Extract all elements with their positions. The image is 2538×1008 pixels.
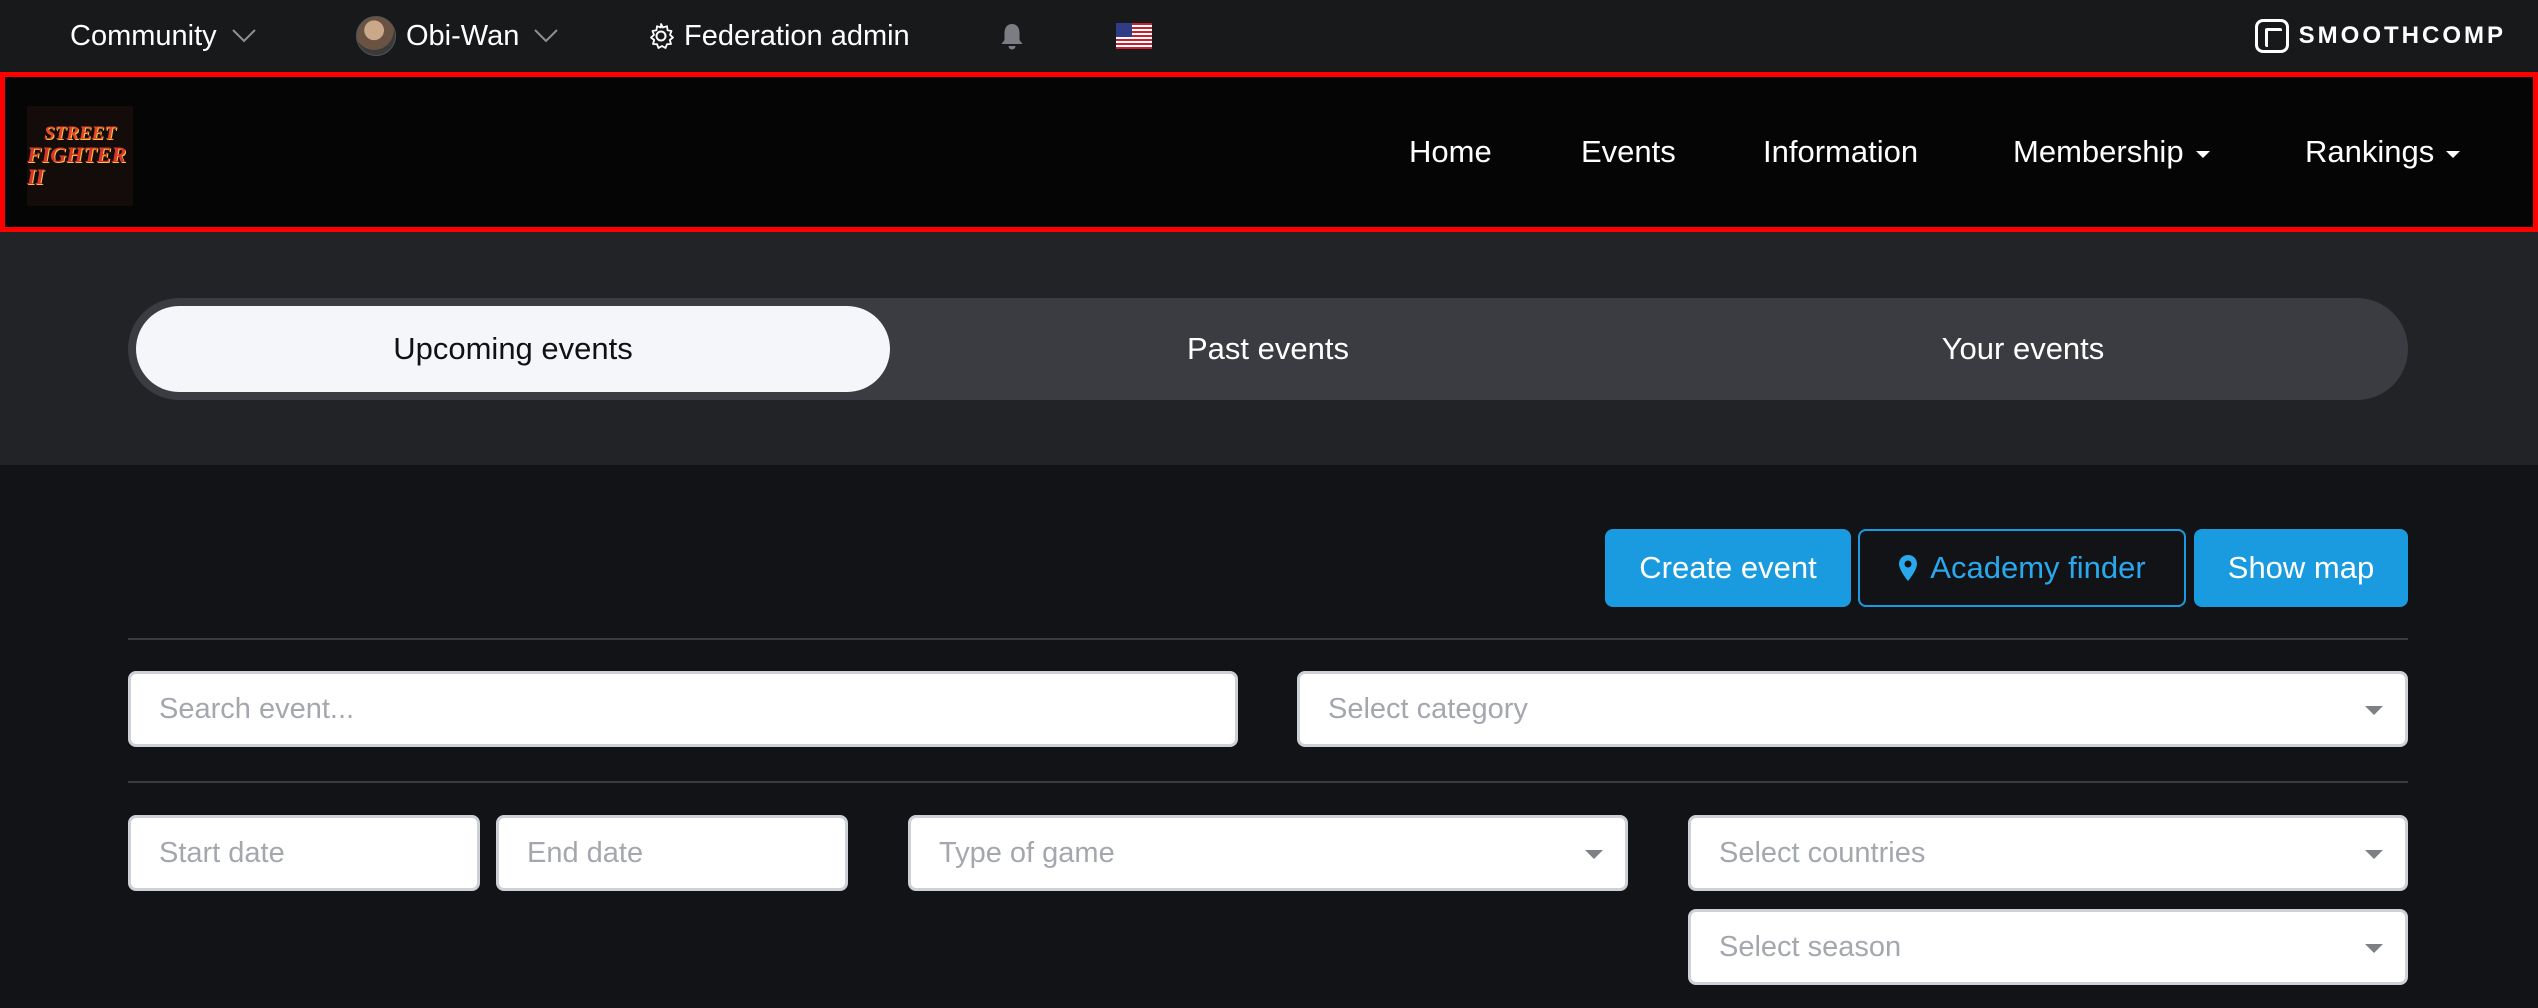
user-menu[interactable]: Obi-Wan bbox=[356, 0, 559, 72]
game-type-select[interactable]: Type of game bbox=[908, 815, 1628, 891]
caret-down-icon bbox=[2365, 944, 2383, 953]
caret-down-icon bbox=[2365, 706, 2383, 715]
start-date-input[interactable] bbox=[128, 815, 480, 891]
nav-membership[interactable]: Membership bbox=[2013, 77, 2210, 227]
tab-your-events[interactable]: Your events bbox=[1646, 306, 2400, 392]
create-event-button[interactable]: Create event bbox=[1605, 529, 1851, 607]
nav-home[interactable]: Home bbox=[1409, 77, 1492, 227]
logo-line-2: FIGHTER II bbox=[27, 142, 127, 189]
event-tabs-section: Upcoming events Past events Your events bbox=[0, 232, 2538, 465]
divider bbox=[128, 781, 2408, 783]
caret-down-icon bbox=[2195, 150, 2210, 158]
tab-upcoming-events[interactable]: Upcoming events bbox=[136, 306, 890, 392]
nav-events[interactable]: Events bbox=[1581, 77, 1676, 227]
event-tabs: Upcoming events Past events Your events bbox=[128, 298, 2408, 400]
us-flag-icon bbox=[1116, 23, 1152, 49]
chevron-down-icon bbox=[534, 29, 559, 43]
community-label: Community bbox=[70, 19, 217, 52]
smoothcomp-logo-icon bbox=[2254, 19, 2289, 53]
community-menu[interactable]: Community bbox=[70, 0, 257, 72]
logo-line-1: STREET bbox=[44, 123, 116, 144]
category-placeholder: Select category bbox=[1328, 692, 1528, 725]
divider bbox=[128, 638, 2408, 640]
events-main: Create event Academy finder Show map Sel… bbox=[0, 465, 2538, 1008]
nav-membership-label: Membership bbox=[2013, 134, 2184, 169]
countries-placeholder: Select countries bbox=[1719, 836, 1926, 869]
tab-past-events[interactable]: Past events bbox=[891, 306, 1645, 392]
academy-finder-label: Academy finder bbox=[1930, 550, 2146, 585]
smoothcomp-brand[interactable]: SMOOTHCOMP bbox=[2254, 0, 2506, 72]
caret-down-icon bbox=[2365, 850, 2383, 859]
chevron-down-icon bbox=[231, 29, 256, 43]
user-name: Obi-Wan bbox=[406, 19, 520, 52]
season-select[interactable]: Select season bbox=[1688, 909, 2408, 985]
brand-name: SMOOTHCOMP bbox=[2298, 22, 2506, 49]
top-bar: Community Obi-Wan Federation admin SMOOT… bbox=[0, 0, 2538, 72]
show-map-button[interactable]: Show map bbox=[2194, 529, 2408, 607]
season-placeholder: Select season bbox=[1719, 930, 1902, 963]
game-type-placeholder: Type of game bbox=[939, 836, 1115, 869]
federation-admin-link[interactable]: Federation admin bbox=[646, 0, 910, 72]
avatar bbox=[356, 16, 396, 56]
nav-information[interactable]: Information bbox=[1763, 77, 1918, 227]
federation-logo[interactable]: STREET FIGHTER II bbox=[27, 106, 133, 206]
search-event-input[interactable] bbox=[128, 671, 1238, 747]
main-navbar: STREET FIGHTER II Home Events Informatio… bbox=[0, 72, 2538, 232]
caret-down-icon bbox=[1585, 850, 1603, 859]
caret-down-icon bbox=[2446, 150, 2461, 158]
category-select[interactable]: Select category bbox=[1297, 671, 2408, 747]
notifications-button[interactable] bbox=[998, 0, 1026, 72]
academy-finder-button[interactable]: Academy finder bbox=[1858, 529, 2186, 607]
federation-admin-label: Federation admin bbox=[684, 19, 910, 52]
nav-rankings-label: Rankings bbox=[2305, 134, 2435, 169]
gear-icon bbox=[650, 23, 674, 49]
map-pin-icon bbox=[1899, 555, 1918, 581]
countries-select[interactable]: Select countries bbox=[1688, 815, 2408, 891]
bell-icon bbox=[1001, 24, 1023, 50]
language-selector[interactable] bbox=[1116, 0, 1152, 72]
end-date-input[interactable] bbox=[496, 815, 848, 891]
nav-rankings[interactable]: Rankings bbox=[2305, 77, 2461, 227]
